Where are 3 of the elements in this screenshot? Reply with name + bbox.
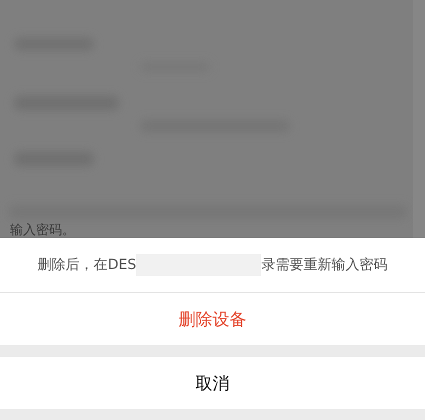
background-text: 输入密码。 [10, 223, 75, 238]
message-text: 删除后，在DES [38, 256, 136, 274]
message-text: 录需要重新输入密码 [261, 256, 388, 274]
